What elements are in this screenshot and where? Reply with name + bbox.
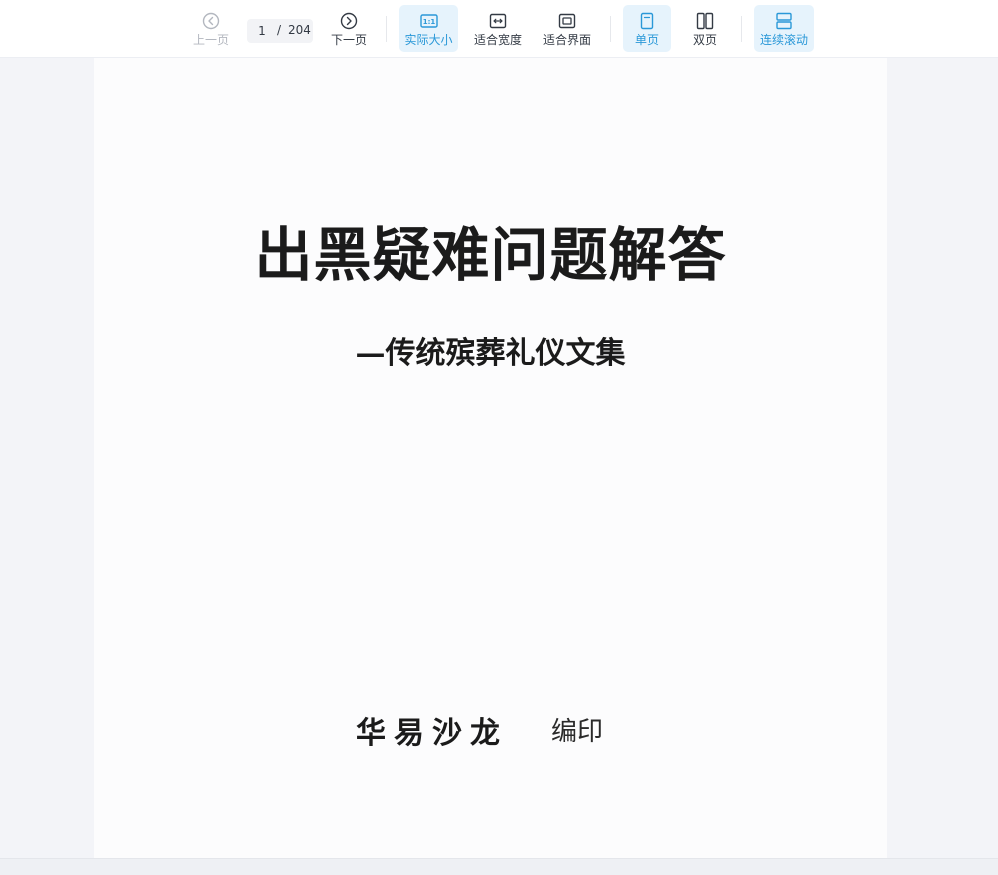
continuous-scroll-button[interactable]: 连续滚动 xyxy=(754,5,814,52)
continuous-scroll-label: 连续滚动 xyxy=(759,33,808,47)
bottom-bar xyxy=(0,858,998,875)
toolbar-divider xyxy=(386,16,387,42)
page-indicator: / 204 xyxy=(247,19,313,43)
chevron-left-circle-icon xyxy=(202,12,220,30)
document-author: 华易沙龙 xyxy=(356,716,508,751)
actual-size-label: 实际大小 xyxy=(404,33,453,47)
one-to-one-icon: 1:1 xyxy=(419,14,438,28)
toolbar-divider xyxy=(741,16,742,42)
single-page-label: 单页 xyxy=(634,33,659,47)
one-to-one-icon-text: 1:1 xyxy=(422,18,435,26)
double-page-icon xyxy=(696,12,714,30)
fit-page-icon xyxy=(558,13,576,29)
fit-page-label: 适合界面 xyxy=(542,33,591,47)
current-page-input[interactable] xyxy=(249,22,275,40)
actual-size-button[interactable]: 1:1 实际大小 xyxy=(399,5,458,52)
viewer-toolbar: 上一页 / 204 下一页 1:1 实际大小 适合宽度 适合界面 xyxy=(0,0,998,58)
double-page-label: 双页 xyxy=(692,33,717,47)
next-page-label: 下一页 xyxy=(330,33,367,47)
prev-page-button[interactable]: 上一页 xyxy=(188,5,234,52)
next-page-button[interactable]: 下一页 xyxy=(326,5,372,52)
total-pages: 204 xyxy=(288,23,311,37)
fit-page-button[interactable]: 适合界面 xyxy=(539,5,595,52)
document-title: 出黑疑难问题解答 xyxy=(254,221,727,289)
toolbar-divider xyxy=(610,16,611,42)
chevron-right-circle-icon xyxy=(340,12,358,30)
single-page-button[interactable]: 单页 xyxy=(623,5,671,52)
document-page: 出黑疑难问题解答 —传统殡葬礼仪文集 华易沙龙 编印 xyxy=(94,58,887,858)
fit-width-label: 适合宽度 xyxy=(473,33,522,47)
fit-width-button[interactable]: 适合宽度 xyxy=(470,5,526,52)
document-subtitle: —传统殡葬礼仪文集 xyxy=(355,336,626,371)
continuous-scroll-icon xyxy=(776,12,792,30)
prev-page-label: 上一页 xyxy=(192,33,229,47)
fit-width-icon xyxy=(489,13,507,29)
document-author-suffix: 编印 xyxy=(551,717,604,747)
document-viewport[interactable]: 出黑疑难问题解答 —传统殡葬礼仪文集 华易沙龙 编印 xyxy=(0,58,998,858)
double-page-button[interactable]: 双页 xyxy=(681,5,729,52)
page-separator: / xyxy=(277,23,282,37)
single-page-icon xyxy=(640,12,654,30)
